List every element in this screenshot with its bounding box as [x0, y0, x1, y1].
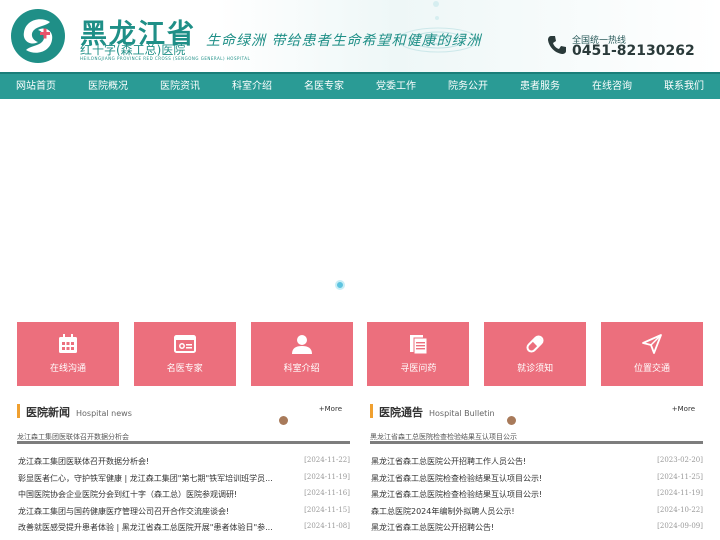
news-title[interactable]: 龙江森工集团医联体召开数据分析会!	[18, 456, 149, 467]
bulletin-date: [2024-11-25]	[657, 472, 703, 481]
hotline-number: 0451-82130262	[572, 43, 695, 59]
browser-icon	[173, 335, 196, 353]
bulletin-title[interactable]: 森工总医院2024年编制外拟聘人员公示!	[371, 506, 515, 517]
hospital-slogan: 生命绿洲 带给患者生命希望和健康的绿洲	[206, 33, 482, 49]
section-header: 医院通告 Hospital Bulletin +More	[370, 404, 703, 419]
quick-link-departments[interactable]: 科室介绍	[250, 322, 353, 386]
bulletin-title[interactable]: 黑龙江省森工总医院检查检验结果互认项目公示!	[371, 489, 542, 500]
list-item[interactable]: 中国医院协会企业医院分会到红十字（森工总）医院参观调研! [2024-11-16…	[17, 489, 350, 506]
list-item[interactable]: 森工总医院2024年编制外拟聘人员公示! [2024-10-22]	[370, 506, 703, 523]
news-featured-image[interactable]: 龙江森工集团医联体召开数据分析会	[17, 432, 350, 444]
more-link[interactable]: +More	[319, 405, 342, 413]
slider-knob[interactable]	[279, 416, 288, 425]
news-date: [2024-11-22]	[304, 456, 350, 464]
slide-indicator-dot[interactable]	[335, 280, 345, 290]
nav-item-consult[interactable]: 在线咨询	[576, 74, 648, 99]
quick-link-medicine[interactable]: 寻医问药	[367, 322, 470, 386]
nav-item-departments[interactable]: 科室介绍	[216, 74, 288, 99]
quick-link-location[interactable]: 位置交通	[600, 322, 703, 386]
news-date: [2024-11-16]	[304, 489, 350, 497]
nav-item-affairs[interactable]: 院务公开	[432, 74, 504, 99]
nav-item-contact[interactable]: 联系我们	[648, 74, 720, 99]
slider-knob[interactable]	[507, 416, 516, 425]
quick-links: 在线沟通 名医专家 科室介绍 寻医问药 就诊须知 位置交通	[17, 322, 703, 386]
hospital-english-name: HEILONGJIANG PROVINCE RED CROSS (SENGONG…	[80, 56, 251, 61]
bulletin-title[interactable]: 黑龙江省森工总医院公开招聘公告!	[371, 522, 494, 533]
site-header: 黑龙江省 红十字(森工总)医院 HEILONGJIANG PROVINCE RE…	[0, 0, 720, 72]
phone-icon	[548, 36, 566, 54]
quick-link-experts[interactable]: 名医专家	[133, 322, 236, 386]
bulletin-date: [2024-09-09]	[657, 522, 703, 530]
quick-link-label: 就诊须知	[517, 364, 554, 374]
list-item[interactable]: 龙江森工集团医联体召开数据分析会! [2024-11-22]	[17, 456, 350, 473]
quick-link-notice[interactable]: 就诊须知	[484, 322, 587, 386]
bulletin-title[interactable]: 黑龙江省森工总医院检查检验结果互认项目公示!	[371, 473, 542, 484]
news-date: [2024-11-08]	[304, 522, 350, 530]
section-english-title: Hospital Bulletin	[429, 409, 495, 418]
section-header: 医院新闻 Hospital news +More	[17, 404, 350, 419]
pill-icon	[526, 335, 544, 353]
bulletin-list: 黑龙江省森工总医院公开招聘工作人员公告! [2023-02-20] 黑龙江省森工…	[370, 456, 703, 539]
quick-link-label: 寻医问药	[400, 364, 437, 374]
bulletin-date: [2024-11-19]	[657, 489, 703, 497]
more-link[interactable]: +More	[672, 405, 695, 413]
section-title: 医院新闻	[26, 406, 70, 419]
nav-item-news[interactable]: 医院资讯	[144, 74, 216, 99]
paper-plane-icon	[642, 334, 662, 354]
news-title[interactable]: 改善就医感受提升患者体验 | 黑龙江省森工总医院开展"患者体验日"参...	[18, 522, 273, 533]
banner-slideshow	[0, 99, 720, 319]
section-title: 医院通告	[379, 406, 423, 419]
calendar-icon	[59, 334, 77, 353]
document-icon	[410, 335, 428, 355]
bulletin-title[interactable]: 黑龙江省森工总医院公开招聘工作人员公告!	[371, 456, 526, 467]
list-item[interactable]: 龙江森工集团与国药健康医疗管理公司召开合作交流座谈会! [2024-11-15]	[17, 506, 350, 523]
news-date: [2024-11-15]	[304, 505, 350, 514]
nav-item-home[interactable]: 网站首页	[0, 74, 72, 99]
featured-image-alt: 黑龙江省森工总医院检查检验结果互认项目公示	[370, 433, 517, 441]
section-english-title: Hospital news	[76, 409, 132, 418]
person-icon	[291, 335, 312, 354]
list-item[interactable]: 黑龙江省森工总医院公开招聘工作人员公告! [2023-02-20]	[370, 456, 703, 473]
news-title[interactable]: 彰显医者仁心，守护铁军健康 | 龙江森工集团"第七期"铁军培训班学员...	[18, 473, 273, 484]
hospital-logo-icon[interactable]	[10, 8, 66, 64]
quick-link-label: 名医专家	[166, 364, 203, 374]
bulletin-date: [2023-02-20]	[657, 456, 703, 464]
quick-link-label: 科室介绍	[283, 364, 320, 374]
news-title[interactable]: 中国医院协会企业医院分会到红十字（森工总）医院参观调研!	[18, 489, 237, 500]
nav-item-party[interactable]: 党委工作	[360, 74, 432, 99]
quick-link-label: 位置交通	[633, 364, 670, 374]
list-item[interactable]: 黑龙江省森工总医院检查检验结果互认项目公示! [2024-11-25]	[370, 473, 703, 490]
list-item[interactable]: 黑龙江省森工总医院公开招聘公告! [2024-09-09]	[370, 522, 703, 539]
quick-link-label: 在线沟通	[49, 364, 86, 374]
quick-link-online-chat[interactable]: 在线沟通	[17, 322, 119, 386]
news-list: 龙江森工集团医联体召开数据分析会! [2024-11-22] 彰显医者仁心，守护…	[17, 456, 350, 539]
nav-item-patient-service[interactable]: 患者服务	[504, 74, 576, 99]
bulletin-date: [2024-10-22]	[657, 505, 703, 514]
featured-image-alt: 龙江森工集团医联体召开数据分析会	[17, 433, 129, 441]
list-item[interactable]: 黑龙江省森工总医院检查检验结果互认项目公示! [2024-11-19]	[370, 489, 703, 506]
news-title[interactable]: 龙江森工集团与国药健康医疗管理公司召开合作交流座谈会!	[18, 506, 229, 517]
nav-item-overview[interactable]: 医院概况	[72, 74, 144, 99]
main-nav: 网站首页 医院概况 医院资讯 科室介绍 名医专家 党委工作 院务公开 患者服务 …	[0, 72, 720, 99]
news-date: [2024-11-19]	[304, 472, 350, 481]
bulletin-featured-image[interactable]: 黑龙江省森工总医院检查检验结果互认项目公示	[370, 432, 703, 444]
hospital-news-section: 医院新闻 Hospital news +More 龙江森工集团医联体召开数据分析…	[17, 404, 350, 539]
hospital-bulletin-section: 医院通告 Hospital Bulletin +More 黑龙江省森工总医院检查…	[370, 404, 703, 539]
list-item[interactable]: 改善就医感受提升患者体验 | 黑龙江省森工总医院开展"患者体验日"参... [2…	[17, 522, 350, 539]
nav-item-experts[interactable]: 名医专家	[288, 74, 360, 99]
list-item[interactable]: 彰显医者仁心，守护铁军健康 | 龙江森工集团"第七期"铁军培训班学员... [2…	[17, 473, 350, 490]
